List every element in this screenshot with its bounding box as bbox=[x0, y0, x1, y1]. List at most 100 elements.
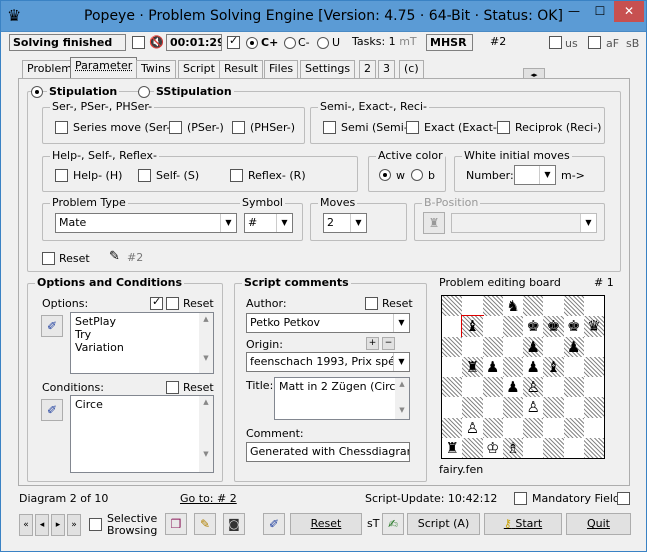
quit-button[interactable]: Quit bbox=[566, 513, 631, 535]
board-square[interactable] bbox=[442, 377, 463, 398]
tab-settings-2[interactable]: 2 bbox=[359, 60, 376, 78]
options-list[interactable]: SetPlay Try Variation ▲ ▼ bbox=[70, 312, 214, 374]
board-square[interactable] bbox=[543, 397, 564, 418]
board-square[interactable] bbox=[462, 296, 483, 317]
board-square[interactable] bbox=[543, 417, 564, 438]
close-button[interactable]: ✕ bbox=[614, 1, 644, 22]
board-square[interactable] bbox=[563, 356, 584, 378]
camera-icon[interactable]: ◙ bbox=[223, 513, 245, 535]
title-textarea[interactable]: Matt in 2 Zügen (Circe) ▲ ▼ bbox=[274, 377, 410, 420]
list-item[interactable]: Circe bbox=[75, 398, 209, 411]
stipulation-radio[interactable] bbox=[31, 86, 43, 98]
board-square[interactable] bbox=[462, 336, 483, 357]
board-square[interactable] bbox=[523, 417, 544, 438]
active-white-radio[interactable] bbox=[379, 169, 391, 181]
board-square[interactable] bbox=[442, 356, 463, 378]
active-black-radio[interactable] bbox=[411, 169, 423, 181]
board-square[interactable] bbox=[563, 417, 584, 438]
tab-files[interactable]: Files bbox=[264, 60, 299, 78]
board-square[interactable] bbox=[442, 397, 463, 418]
board-square[interactable]: ♟ bbox=[482, 356, 503, 378]
af-checkbox[interactable] bbox=[588, 36, 601, 49]
mandatory-fields-checkbox[interactable] bbox=[514, 492, 527, 505]
tab-settings-1[interactable]: Settings 1 bbox=[300, 60, 356, 91]
board-square[interactable] bbox=[482, 377, 503, 398]
us-checkbox[interactable] bbox=[549, 36, 562, 49]
script-edit-icon[interactable]: ✍ bbox=[382, 513, 404, 535]
exact-checkbox[interactable] bbox=[406, 121, 419, 134]
conditions-wand-icon[interactable]: ✐ bbox=[41, 399, 63, 421]
board-square[interactable]: ♙ bbox=[462, 417, 483, 438]
series-move-checkbox[interactable] bbox=[55, 121, 68, 134]
options-scrollbar[interactable]: ▲ ▼ bbox=[199, 313, 213, 373]
board-square[interactable]: ♟ bbox=[523, 336, 544, 357]
board-square[interactable] bbox=[482, 336, 503, 357]
symbol-select[interactable]: # ▼ bbox=[244, 213, 293, 233]
board-square[interactable] bbox=[442, 417, 463, 438]
board-square[interactable] bbox=[502, 417, 524, 438]
board-square[interactable] bbox=[482, 296, 503, 317]
board-square[interactable]: ♛ bbox=[583, 316, 605, 337]
board-square[interactable] bbox=[563, 296, 584, 317]
board-square[interactable] bbox=[583, 417, 605, 438]
stipulation-field[interactable]: #2 bbox=[123, 249, 605, 267]
title-scrollbar[interactable]: ▲ ▼ bbox=[395, 378, 409, 419]
reset-button[interactable]: Reset bbox=[290, 513, 362, 535]
reciprok-checkbox[interactable] bbox=[497, 121, 510, 134]
board-square[interactable] bbox=[442, 336, 463, 357]
board-square[interactable] bbox=[583, 296, 605, 317]
board-square[interactable]: ♗ bbox=[502, 437, 524, 459]
u-radio[interactable] bbox=[317, 37, 329, 49]
semi-checkbox[interactable] bbox=[323, 121, 336, 134]
board-square[interactable] bbox=[583, 437, 605, 459]
problem-type-select[interactable]: Mate ▼ bbox=[55, 213, 237, 233]
board-square[interactable] bbox=[563, 377, 584, 398]
tab-settings-3[interactable]: 3 bbox=[378, 60, 395, 78]
board-square[interactable]: ♙ bbox=[523, 377, 544, 398]
author-select[interactable]: Petko Petkov ▼ bbox=[246, 313, 410, 333]
first-diagram-button[interactable]: « bbox=[19, 514, 33, 536]
board-square[interactable] bbox=[543, 336, 564, 357]
tab-parameter[interactable]: Parameter bbox=[70, 57, 138, 79]
board-square[interactable]: ♚ bbox=[563, 316, 584, 337]
sstipulation-radio[interactable] bbox=[138, 86, 150, 98]
board-square[interactable] bbox=[462, 437, 483, 459]
script-button[interactable]: Script (A) bbox=[407, 513, 480, 535]
phser-checkbox[interactable] bbox=[232, 121, 245, 134]
board-square[interactable] bbox=[543, 377, 564, 398]
origin-add-button[interactable]: + bbox=[366, 337, 379, 350]
conditions-scrollbar[interactable]: ▲ ▼ bbox=[199, 396, 213, 472]
board-square[interactable] bbox=[583, 336, 605, 357]
board-square[interactable] bbox=[583, 397, 605, 418]
board-square[interactable]: ♜ bbox=[442, 437, 463, 459]
conditions-reset-checkbox[interactable] bbox=[166, 381, 179, 394]
wand-icon[interactable]: ✐ bbox=[263, 513, 285, 535]
board-square[interactable] bbox=[583, 377, 605, 398]
board-square[interactable]: ♝ bbox=[543, 356, 564, 378]
last-diagram-button[interactable]: » bbox=[67, 514, 81, 536]
board-square[interactable]: ♟ bbox=[523, 356, 544, 378]
board-square[interactable]: ♜ bbox=[462, 356, 483, 378]
board-square[interactable] bbox=[502, 397, 524, 418]
tab-twins[interactable]: Twins bbox=[136, 60, 176, 78]
board-square[interactable] bbox=[442, 316, 463, 337]
mhsr-toggle[interactable]: MHSR bbox=[426, 34, 473, 51]
author-reset-checkbox[interactable] bbox=[365, 297, 378, 310]
tab-script[interactable]: Script bbox=[178, 60, 220, 78]
board-square[interactable] bbox=[482, 316, 503, 337]
board-square[interactable]: ♚ bbox=[543, 316, 564, 337]
board-square[interactable] bbox=[523, 437, 544, 459]
board-square[interactable] bbox=[442, 296, 463, 317]
next-diagram-button[interactable]: ▸ bbox=[51, 514, 65, 536]
timer-checkbox[interactable] bbox=[227, 34, 240, 49]
comment-field[interactable]: Generated with Chessdiagrammer bbox=[246, 442, 410, 462]
c-minus-radio[interactable] bbox=[284, 37, 296, 49]
board-square[interactable] bbox=[563, 437, 584, 459]
prev-diagram-button[interactable]: ◂ bbox=[35, 514, 49, 536]
sound-checkbox[interactable] bbox=[132, 36, 145, 49]
note-icon[interactable]: ✎ bbox=[194, 513, 216, 535]
board-square[interactable] bbox=[543, 437, 564, 459]
stip-reset-checkbox[interactable] bbox=[42, 252, 55, 265]
help-checkbox[interactable] bbox=[55, 169, 68, 182]
minimize-button[interactable]: — bbox=[561, 1, 587, 22]
